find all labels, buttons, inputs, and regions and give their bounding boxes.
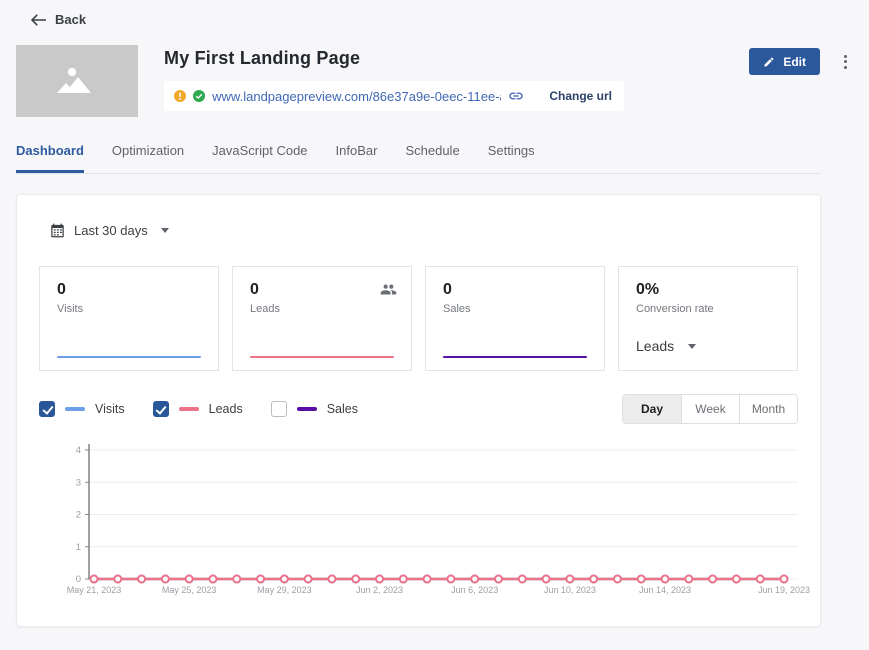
chart-container: 0 1 2 3 4 May 21, 2023 May 25, 2023 May 29, 202… (39, 440, 798, 602)
conversion-label: Conversion rate (636, 303, 780, 315)
calendar-icon (50, 223, 65, 238)
svg-text:May 29, 2023: May 29, 2023 (257, 585, 312, 595)
change-url-link[interactable]: Change url (549, 89, 612, 103)
warning-icon (174, 89, 186, 103)
back-button[interactable]: Back (31, 12, 86, 27)
verified-icon (193, 89, 205, 103)
top-bar: Back (0, 0, 869, 27)
landing-page-thumbnail (16, 45, 138, 117)
sales-color-swatch (297, 407, 317, 411)
svg-text:3: 3 (76, 477, 81, 488)
edit-button[interactable]: Edit (749, 48, 820, 75)
leads-label: Leads (250, 303, 394, 315)
dashboard-panel: Last 30 days 0 Visits 0 Leads 0 Sales 0%… (16, 194, 821, 627)
date-range-value: Last 30 days (74, 223, 148, 238)
tab-infobar[interactable]: InfoBar (336, 143, 378, 173)
sales-checkbox[interactable] (271, 401, 287, 417)
more-options-button[interactable] (838, 49, 853, 75)
sales-label: Sales (443, 303, 587, 315)
sales-value: 0 (443, 281, 587, 299)
svg-text:2: 2 (76, 510, 81, 521)
tab-settings[interactable]: Settings (488, 143, 535, 173)
legend-visits[interactable]: Visits (39, 401, 125, 417)
page-title: My First Landing Page (164, 48, 749, 69)
tab-dashboard[interactable]: Dashboard (16, 143, 84, 173)
conversion-metric-dropdown[interactable]: Leads (636, 338, 696, 354)
page-header: My First Landing Page www.landpageprevie… (16, 45, 853, 117)
sales-legend-label: Sales (327, 402, 358, 416)
legend-leads[interactable]: Leads (153, 401, 243, 417)
back-arrow-icon (31, 14, 46, 26)
granularity-month[interactable]: Month (739, 395, 797, 423)
landing-page-url[interactable]: www.landpagepreview.com/86e37a9e-0eec-11… (212, 89, 501, 104)
tab-optimization[interactable]: Optimization (112, 143, 184, 173)
conversion-value: 0% (636, 281, 780, 299)
granularity-week[interactable]: Week (681, 395, 739, 423)
visits-sparkline (57, 356, 201, 358)
chevron-down-icon (161, 228, 169, 233)
image-placeholder-icon (55, 65, 99, 97)
stats-row: 0 Visits 0 Leads 0 Sales 0% Conversion r… (39, 266, 798, 371)
svg-text:Jun 6, 2023: Jun 6, 2023 (451, 585, 498, 595)
tab-bar: Dashboard Optimization JavaScript Code I… (16, 143, 821, 174)
visits-checkbox[interactable] (39, 401, 55, 417)
legend-sales[interactable]: Sales (271, 401, 358, 417)
stat-card-leads: 0 Leads (232, 266, 412, 371)
svg-text:4: 4 (76, 445, 81, 456)
svg-text:Jun 19, 2023: Jun 19, 2023 (758, 585, 810, 595)
leads-sparkline (250, 356, 394, 358)
leads-color-swatch (179, 407, 199, 411)
svg-text:Jun 14, 2023: Jun 14, 2023 (639, 585, 691, 595)
svg-text:May 25, 2023: May 25, 2023 (162, 585, 217, 595)
stat-card-sales: 0 Sales (425, 266, 605, 371)
stat-card-visits: 0 Visits (39, 266, 219, 371)
tab-schedule[interactable]: Schedule (405, 143, 459, 173)
visits-legend-label: Visits (95, 402, 125, 416)
svg-text:May 21, 2023: May 21, 2023 (67, 585, 122, 595)
svg-text:0: 0 (76, 574, 81, 585)
visits-value: 0 (57, 281, 201, 299)
conversion-metric-value: Leads (636, 338, 674, 354)
svg-text:Jun 2, 2023: Jun 2, 2023 (356, 585, 403, 595)
leads-checkbox[interactable] (153, 401, 169, 417)
visits-label: Visits (57, 303, 201, 315)
sales-sparkline (443, 356, 587, 358)
visits-color-swatch (65, 407, 85, 411)
edit-label: Edit (783, 55, 806, 69)
svg-text:Jun 10, 2023: Jun 10, 2023 (544, 585, 596, 595)
svg-text:1: 1 (76, 542, 81, 553)
leads-value: 0 (250, 281, 394, 299)
date-range-selector[interactable]: Last 30 days (50, 223, 798, 238)
people-icon (380, 281, 397, 303)
stat-card-conversion: 0% Conversion rate Leads (618, 266, 798, 371)
leads-legend-label: Leads (209, 402, 243, 416)
granularity-toggle: Day Week Month (622, 394, 798, 424)
url-bar: www.landpagepreview.com/86e37a9e-0eec-11… (164, 81, 624, 111)
tab-javascript-code[interactable]: JavaScript Code (212, 143, 307, 173)
chevron-down-icon (688, 344, 696, 349)
granularity-day[interactable]: Day (623, 395, 681, 423)
copy-link-icon[interactable] (508, 88, 524, 104)
legend-row: Visits Leads Sales Day Week Month (39, 394, 798, 424)
pencil-icon (763, 56, 775, 68)
analytics-chart: 0 1 2 3 4 May 21, 2023 May 25, 2023 May 29, 202… (39, 440, 798, 602)
back-label: Back (55, 12, 86, 27)
